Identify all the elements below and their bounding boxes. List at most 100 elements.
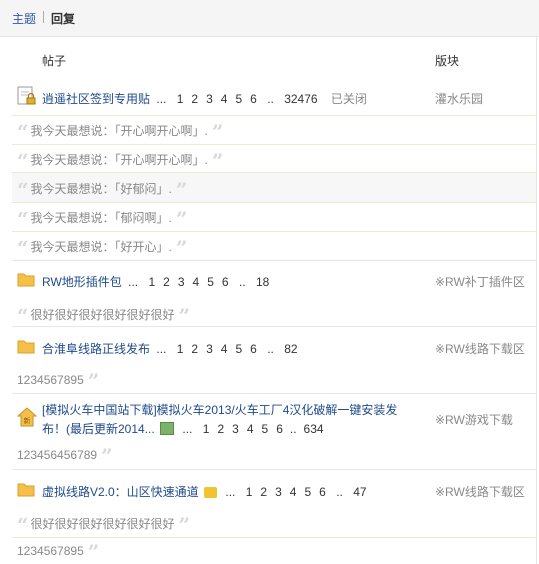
last-page-link[interactable]: 32476 bbox=[284, 92, 317, 106]
ellipsis: .. bbox=[238, 275, 246, 289]
thread-title-row: RW地形插件包 ... 123456 .. 18 bbox=[42, 273, 273, 290]
quote-open-icon: “ bbox=[17, 304, 29, 328]
row-divider bbox=[12, 115, 536, 116]
thread-title-link[interactable]: [模拟火车中国站下载]模拟火车2013/火车工厂4汉化破解一键安装发 bbox=[42, 403, 397, 417]
page-link[interactable]: 4 bbox=[247, 422, 254, 436]
last-page-link[interactable]: 18 bbox=[256, 275, 269, 289]
page-link[interactable]: 2 bbox=[260, 485, 267, 499]
page-link[interactable]: 5 bbox=[235, 342, 242, 356]
page-link[interactable]: 6 bbox=[250, 342, 257, 356]
row-divider bbox=[12, 144, 536, 145]
reply-quote: 123456456789 ” bbox=[17, 446, 113, 466]
page-link[interactable]: 4 bbox=[221, 92, 228, 106]
quote-close-icon: ” bbox=[178, 304, 191, 328]
row-divider bbox=[12, 537, 536, 538]
page-link[interactable]: 3 bbox=[206, 92, 213, 106]
thread-status: 已关闭 bbox=[330, 92, 367, 106]
page-link[interactable]: 1 bbox=[177, 342, 184, 356]
last-page-link[interactable]: 82 bbox=[284, 342, 297, 356]
quote-close-icon: ” bbox=[175, 178, 188, 202]
thread-title-row: 合淮阜线路正线发布 ... 123456 .. 82 bbox=[42, 340, 302, 357]
reply-text[interactable]: 123456456789 bbox=[17, 448, 97, 462]
right-border bbox=[536, 36, 537, 564]
reply-text[interactable]: 1234567895 bbox=[17, 373, 84, 387]
reply-quote: “很好很好很好很好很好很好” bbox=[17, 515, 190, 535]
reply-text[interactable]: 我今天最想说：「好郁闷」. bbox=[31, 182, 172, 196]
reply-text[interactable]: 很好很好很好很好很好很好 bbox=[31, 517, 175, 531]
quote-close-icon: ” bbox=[101, 444, 113, 468]
forum-link[interactable]: ※RW线路下载区 bbox=[435, 483, 525, 500]
forum-link[interactable]: ※RW线路下载区 bbox=[435, 340, 525, 357]
page-link[interactable]: 5 bbox=[235, 92, 242, 106]
page-link[interactable]: 2 bbox=[163, 275, 170, 289]
reply-quote: “很好很好很好很好很好很好” bbox=[17, 306, 190, 326]
thread-title-row: [模拟火车中国站下载]模拟火车2013/火车工厂4汉化破解一键安装发 布！(最后… bbox=[42, 401, 422, 439]
page-link[interactable]: 3 bbox=[206, 342, 213, 356]
ellipsis: .. bbox=[267, 92, 274, 106]
reply-quote: “我今天最想说：「好郁闷」.” bbox=[17, 180, 187, 200]
ellipsis: ... bbox=[156, 342, 167, 356]
reply-text[interactable]: 我今天最想说：「开心啊开心啊」. bbox=[31, 153, 208, 167]
page-link[interactable]: 4 bbox=[290, 485, 297, 499]
quote-close-icon: ” bbox=[175, 236, 188, 260]
page-link[interactable]: 6 bbox=[222, 275, 229, 289]
thread-title-link[interactable]: 合淮阜线路正线发布 bbox=[42, 342, 150, 356]
page-link[interactable]: 5 bbox=[304, 485, 311, 499]
quote-open-icon: “ bbox=[17, 149, 29, 173]
reply-quote: 1234567895” bbox=[17, 542, 99, 562]
page-link[interactable]: 1 bbox=[203, 422, 210, 436]
quote-open-icon: “ bbox=[17, 178, 29, 202]
reply-text[interactable]: 很好很好很好很好很好很好 bbox=[31, 308, 175, 322]
reply-text[interactable]: 1234567895 bbox=[17, 544, 84, 558]
quote-close-icon: ” bbox=[178, 513, 191, 537]
thread-title-link[interactable]: 逍遥社区签到专用贴 bbox=[42, 92, 150, 106]
page-link[interactable]: 3 bbox=[232, 422, 239, 436]
ellipsis: ... bbox=[156, 92, 167, 106]
svg-text:新: 新 bbox=[24, 416, 31, 425]
page-link[interactable]: 6 bbox=[319, 485, 326, 499]
thread-title-row: 逍遥社区签到专用贴 ... 123456 .. 32476 已关闭 bbox=[42, 90, 367, 107]
ellipsis: .. bbox=[289, 422, 297, 436]
folder-icon bbox=[17, 271, 35, 287]
forum-link[interactable]: 灌水乐园 bbox=[435, 90, 483, 107]
last-page-link[interactable]: 634 bbox=[304, 422, 324, 436]
reply-text[interactable]: 我今天最想说：「好开心」. bbox=[31, 240, 172, 254]
page-link[interactable]: 3 bbox=[275, 485, 282, 499]
page-link[interactable]: 2 bbox=[191, 342, 198, 356]
page-link[interactable]: 5 bbox=[207, 275, 214, 289]
column-header-post: 帖子 bbox=[42, 54, 67, 68]
highlight-icon bbox=[204, 487, 218, 498]
page-link[interactable]: 2 bbox=[217, 422, 224, 436]
row-divider bbox=[12, 202, 536, 203]
page-link[interactable]: 5 bbox=[262, 422, 269, 436]
page-link[interactable]: 1 bbox=[148, 275, 155, 289]
page-link[interactable]: 1 bbox=[246, 485, 253, 499]
quote-close-icon: ” bbox=[87, 540, 100, 564]
page-link[interactable]: 2 bbox=[191, 92, 198, 106]
quote-close-icon: ” bbox=[87, 369, 100, 393]
reply-text[interactable]: 我今天最想说：「开心啊开心啊」. bbox=[31, 124, 208, 138]
image-attachment-icon bbox=[160, 422, 175, 435]
page-link[interactable]: 6 bbox=[276, 422, 283, 436]
page-link[interactable]: 4 bbox=[221, 342, 228, 356]
thread-title-link[interactable]: 虚拟线路V2.0：山区快速通道 bbox=[42, 485, 199, 499]
thread-title-link-continued[interactable]: 布！(最后更新2014... bbox=[42, 422, 155, 436]
page-link[interactable]: 4 bbox=[193, 275, 200, 289]
page-link[interactable]: 1 bbox=[177, 92, 184, 106]
reply-text[interactable]: 我今天最想说：「郁闷啊」. bbox=[31, 211, 172, 225]
page-link[interactable]: 6 bbox=[250, 92, 257, 106]
thread-title-link[interactable]: RW地形插件包 bbox=[42, 275, 122, 289]
last-page-link[interactable]: 47 bbox=[353, 485, 366, 499]
tab-separator bbox=[43, 11, 44, 23]
ellipsis: .. bbox=[267, 342, 274, 356]
hot-thread-icon: 新 bbox=[16, 407, 38, 427]
forum-link[interactable]: ※RW补丁插件区 bbox=[435, 273, 525, 290]
tab-bar: 主题 回复 bbox=[0, 0, 539, 37]
reply-quote: “我今天最想说：「开心啊开心啊」.” bbox=[17, 122, 223, 142]
ellipsis: ... bbox=[225, 485, 236, 499]
tab-reply[interactable]: 回复 bbox=[51, 10, 75, 27]
page-link[interactable]: 3 bbox=[178, 275, 185, 289]
forum-link[interactable]: ※RW游戏下载 bbox=[435, 411, 513, 428]
row-divider bbox=[12, 260, 536, 261]
tab-topic[interactable]: 主题 bbox=[12, 10, 36, 27]
